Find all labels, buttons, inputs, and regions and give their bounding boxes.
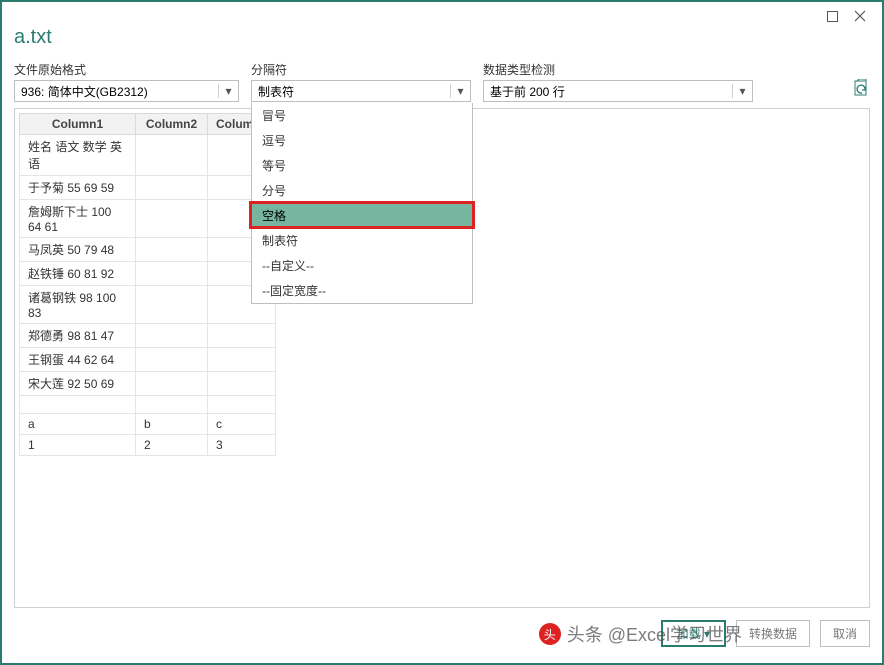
table-row[interactable]: 于予菊 55 69 59 xyxy=(20,176,276,200)
table-row[interactable]: 诸葛钢铁 98 100 83 xyxy=(20,286,276,324)
close-button[interactable] xyxy=(846,5,874,27)
column-header[interactable]: Column2 xyxy=(136,114,208,135)
delimiter-option[interactable]: 制表符 xyxy=(252,228,472,253)
delimiter-option[interactable]: 逗号 xyxy=(252,128,472,153)
delimiter-option[interactable]: 等号 xyxy=(252,153,472,178)
refresh-icon[interactable] xyxy=(852,79,870,102)
detection-label: 数据类型检测 xyxy=(483,61,753,78)
file-origin-dropdown[interactable]: 936: 简体中文(GB2312) ▾ xyxy=(14,80,239,102)
chevron-down-icon: ▾ xyxy=(218,84,234,98)
delimiter-label: 分隔符 xyxy=(251,61,471,78)
cancel-button[interactable]: 取消 xyxy=(820,620,870,647)
table-row[interactable]: 123 xyxy=(20,435,276,456)
column-header[interactable]: Column1 xyxy=(20,114,136,135)
chevron-down-icon: ▾ xyxy=(450,84,466,98)
table-row[interactable]: 詹姆斯下士 100 64 61 xyxy=(20,200,276,238)
table-row[interactable]: 马凤英 50 79 48 xyxy=(20,238,276,262)
table-row[interactable]: 王钢蛋 44 62 64 xyxy=(20,348,276,372)
delimiter-option[interactable]: --自定义-- xyxy=(252,253,472,278)
detection-value: 基于前 200 行 xyxy=(490,83,565,100)
watermark-icon: 头 xyxy=(539,623,561,645)
delimiter-option-selected[interactable]: 空格 xyxy=(252,203,472,228)
transform-button[interactable]: 转换数据 xyxy=(736,620,810,647)
watermark-text: 头条 @Excel学习世界 xyxy=(567,621,742,647)
table-row[interactable]: 宋大莲 92 50 69 xyxy=(20,372,276,396)
chevron-down-icon: ▾ xyxy=(732,84,748,98)
delimiter-dropdown[interactable]: 制表符 ▾ 冒号 逗号 等号 分号 空格 制表符 --自定义-- --固定宽度-… xyxy=(251,80,471,102)
table-row[interactable]: 姓名 语文 数学 英语 xyxy=(20,135,276,176)
delimiter-popup: 冒号 逗号 等号 分号 空格 制表符 --自定义-- --固定宽度-- xyxy=(251,103,473,304)
table-row[interactable]: 赵铁锤 60 81 92 xyxy=(20,262,276,286)
delimiter-value: 制表符 xyxy=(258,83,294,100)
delimiter-option[interactable]: 分号 xyxy=(252,178,472,203)
delimiter-option[interactable]: --固定宽度-- xyxy=(252,278,472,303)
preview-table: Column1 Column2 Column3 姓名 语文 数学 英语于予菊 5… xyxy=(19,113,276,456)
table-row[interactable]: 郑德勇 98 81 47 xyxy=(20,324,276,348)
file-origin-value: 936: 简体中文(GB2312) xyxy=(21,83,148,100)
delimiter-option[interactable]: 冒号 xyxy=(252,103,472,128)
maximize-button[interactable] xyxy=(818,5,846,27)
table-row[interactable]: abc xyxy=(20,414,276,435)
detection-dropdown[interactable]: 基于前 200 行 ▾ xyxy=(483,80,753,102)
file-origin-label: 文件原始格式 xyxy=(14,61,239,78)
watermark: 头 头条 @Excel学习世界 xyxy=(539,621,742,647)
page-title: a.txt xyxy=(14,26,870,49)
